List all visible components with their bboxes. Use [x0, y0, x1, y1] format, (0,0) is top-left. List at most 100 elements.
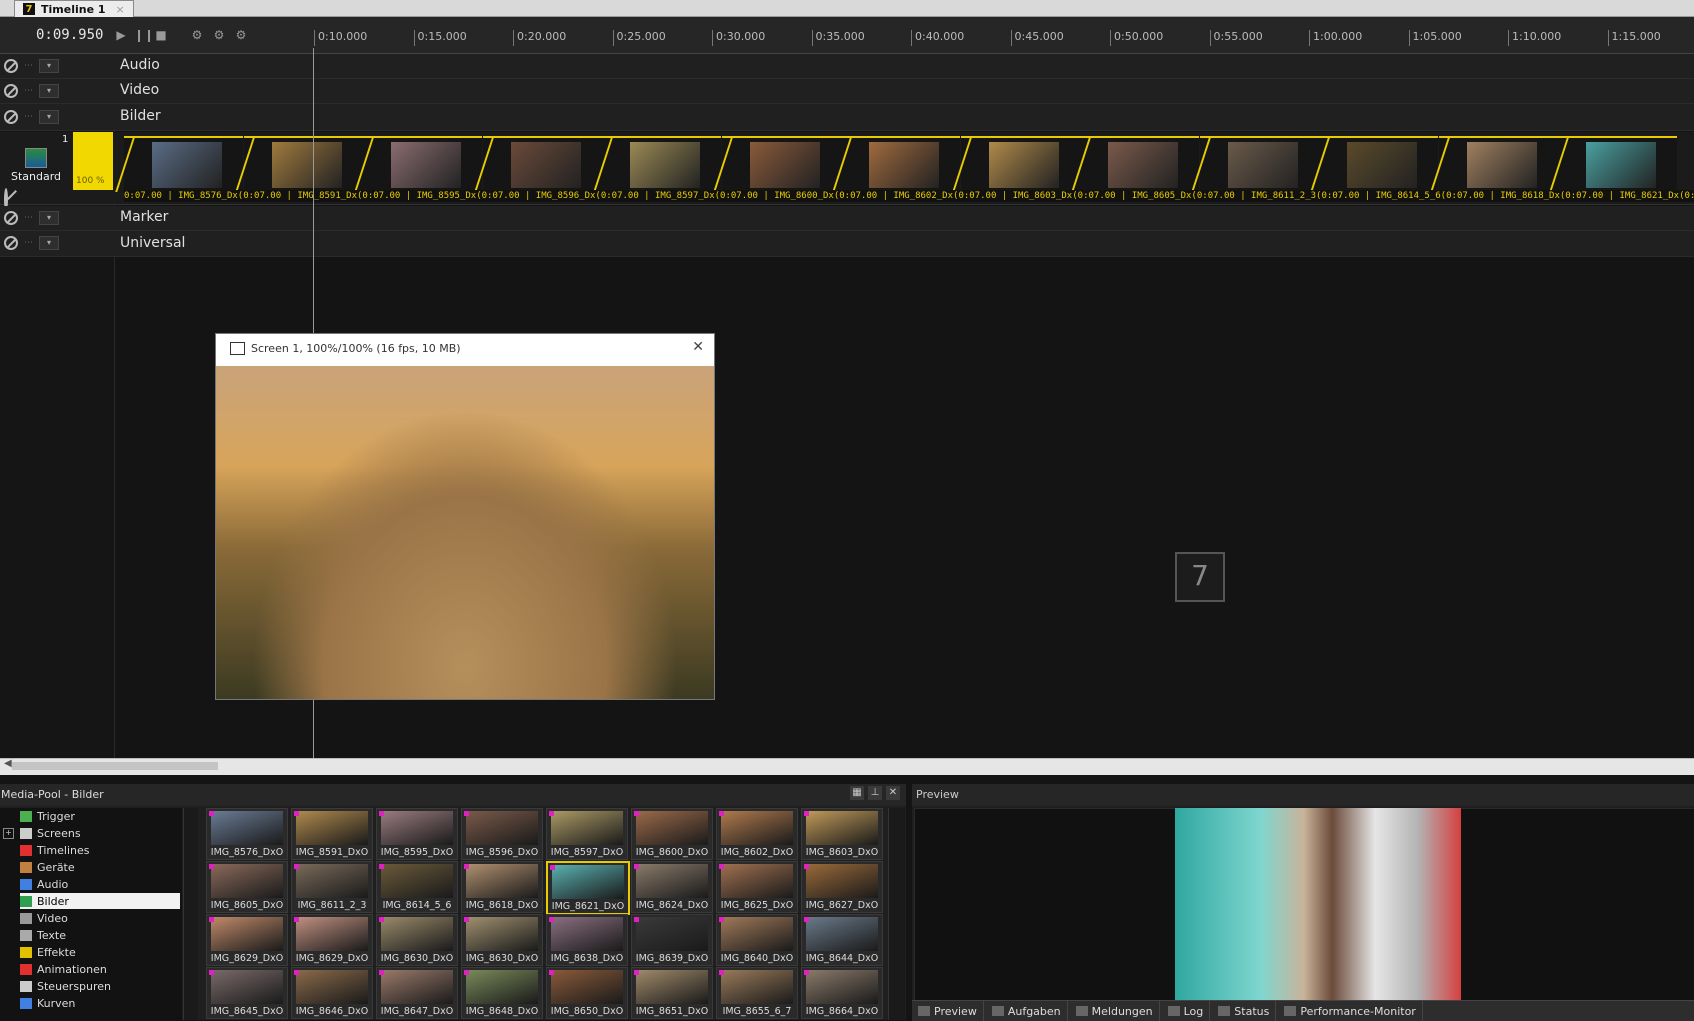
tab-timeline-1[interactable]: 7 Timeline 1 × [14, 0, 134, 17]
image-clip[interactable] [234, 136, 363, 194]
expand-icon[interactable]: + [3, 828, 14, 839]
media-tile[interactable]: IMG_8600_DxO [631, 808, 713, 860]
media-tile[interactable]: IMG_8625_DxO [716, 861, 798, 913]
pause-icon[interactable]: ❙❙ [134, 28, 154, 42]
tab-aufgaben[interactable]: Aufgaben [986, 1001, 1068, 1021]
track-universal[interactable]: ⋯ ▾ Universal [0, 231, 1694, 257]
tab-preview[interactable]: Preview [912, 1001, 984, 1021]
media-tile[interactable]: IMG_8647_DxO [376, 967, 458, 1019]
mute-icon[interactable] [4, 211, 18, 225]
media-tile[interactable]: IMG_8629_DxO [206, 914, 288, 966]
drag-handle-icon[interactable]: ⋯ [24, 213, 33, 223]
tab-status[interactable]: Status [1212, 1001, 1277, 1021]
tree-item-audio[interactable]: Audio [20, 876, 68, 892]
media-tile[interactable]: IMG_8646_DxO [291, 967, 373, 1019]
tab-log[interactable]: Log [1162, 1001, 1211, 1021]
grid-view-icon[interactable]: ▦ [850, 786, 864, 800]
media-tile[interactable]: IMG_8630_DxO [376, 914, 458, 966]
image-clip[interactable] [712, 136, 841, 194]
media-tile[interactable]: IMG_8576_DxO [206, 808, 288, 860]
tree-item-steuerspuren[interactable]: Steuerspuren [20, 978, 111, 994]
media-tile[interactable]: IMG_8624_DxO [631, 861, 713, 913]
media-tile[interactable]: IMG_8638_DxO [546, 914, 628, 966]
drag-handle-icon[interactable]: ⋯ [24, 238, 33, 248]
media-tile[interactable]: IMG_8664_DxO [801, 967, 883, 1019]
media-tile[interactable]: IMG_8605_DxO [206, 861, 288, 913]
tab-performance-monitor[interactable]: Performance-Monitor [1278, 1001, 1423, 1021]
media-tile[interactable]: IMG_8651_DxO [631, 967, 713, 1019]
tree-item-trigger[interactable]: Trigger [20, 808, 75, 824]
drag-handle-icon[interactable]: ⋯ [24, 86, 33, 96]
image-clip[interactable] [115, 136, 243, 194]
media-tile[interactable]: IMG_8639_DxO [631, 914, 713, 966]
track-bilder[interactable]: ⋯ ▾ Bilder [0, 104, 1694, 131]
timeline-scrollbar[interactable] [0, 758, 1694, 775]
image-clip[interactable] [1429, 136, 1558, 194]
mute-icon[interactable] [4, 110, 18, 124]
dropdown-icon[interactable]: ▾ [39, 236, 59, 250]
tree-item-texte[interactable]: Texte [20, 927, 66, 943]
media-tile[interactable]: IMG_8640_DxO [716, 914, 798, 966]
media-tile[interactable]: IMG_8603_DxO [801, 808, 883, 860]
media-tile[interactable]: IMG_8602_DxO [716, 808, 798, 860]
media-tile[interactable]: IMG_8630_DxO [461, 914, 543, 966]
image-clip[interactable] [1071, 136, 1199, 194]
image-clip[interactable] [473, 136, 602, 194]
tree-item-screens[interactable]: Screens [20, 825, 81, 841]
pin-icon[interactable]: ⊥ [868, 786, 882, 800]
mute-icon[interactable] [4, 236, 18, 250]
image-clip[interactable] [832, 136, 960, 194]
tree-item-animationen[interactable]: Animationen [20, 961, 107, 977]
stop-icon[interactable]: ■ [154, 28, 168, 42]
dropdown-icon[interactable]: ▾ [39, 211, 59, 225]
screen-window[interactable]: Screen 1, 100%/100% (16 fps, 10 MB) ✕ [215, 333, 715, 700]
grid-scrollbar[interactable] [888, 808, 905, 1020]
mute-icon[interactable] [4, 84, 18, 98]
play-icon[interactable]: ▶ [114, 28, 128, 42]
scrollbar-thumb[interactable] [12, 762, 218, 770]
screen-close-icon[interactable]: ✕ [692, 339, 704, 355]
tree-item-bilder[interactable]: Bilder [20, 893, 180, 909]
scroll-left-icon[interactable]: ◀ [4, 758, 12, 769]
dropdown-icon[interactable]: ▾ [39, 84, 59, 98]
mute-icon[interactable] [4, 59, 18, 73]
panel-close-icon[interactable]: ✕ [886, 786, 900, 800]
media-tile[interactable]: IMG_8655_6_7 [716, 967, 798, 1019]
media-tile[interactable]: IMG_8650_DxO [546, 967, 628, 1019]
image-clip[interactable] [951, 136, 1080, 194]
image-clip[interactable] [354, 136, 482, 194]
dropdown-icon[interactable]: ▾ [39, 59, 59, 73]
record-3-icon[interactable]: ⚙ [234, 28, 248, 42]
media-tile[interactable]: IMG_8611_2_3 [291, 861, 373, 913]
track-audio[interactable]: ⋯ ▾ Audio [0, 54, 1694, 79]
image-clip[interactable] [593, 136, 721, 194]
track-video[interactable]: ⋯ ▾ Video [0, 79, 1694, 104]
image-clip[interactable] [1190, 136, 1319, 194]
image-clip[interactable] [1310, 136, 1438, 194]
media-tile[interactable]: IMG_8621_DxO [546, 861, 630, 915]
tree-item-effekte[interactable]: Effekte [20, 944, 76, 960]
drag-handle-icon[interactable]: ⋯ [24, 61, 33, 71]
image-clip[interactable] [1549, 136, 1677, 194]
tree-item-kurven[interactable]: Kurven [20, 995, 75, 1011]
media-tile[interactable]: IMG_8596_DxO [461, 808, 543, 860]
tab-close-icon[interactable]: × [116, 3, 125, 16]
media-tile[interactable]: IMG_8645_DxO [206, 967, 288, 1019]
record-2-icon[interactable]: ⚙ [212, 28, 226, 42]
media-tile[interactable]: IMG_8627_DxO [801, 861, 883, 913]
dropdown-icon[interactable]: ▾ [39, 110, 59, 124]
media-tile[interactable]: IMG_8644_DxO [801, 914, 883, 966]
media-tile[interactable]: IMG_8648_DxO [461, 967, 543, 1019]
media-tile[interactable]: IMG_8614_5_6 [376, 861, 458, 913]
media-tile[interactable]: IMG_8629_DxO [291, 914, 373, 966]
track-marker[interactable]: ⋯ ▾ Marker [0, 206, 1694, 231]
tree-scrollbar[interactable] [183, 808, 198, 1020]
tree-item-timelines[interactable]: Timelines [20, 842, 90, 858]
media-tile[interactable]: IMG_8591_DxO [291, 808, 373, 860]
media-tile[interactable]: IMG_8595_DxO [376, 808, 458, 860]
media-tile[interactable]: IMG_8597_DxO [546, 808, 628, 860]
drag-handle-icon[interactable]: ⋯ [24, 112, 33, 122]
tree-item-video[interactable]: Video [20, 910, 68, 926]
tab-meldungen[interactable]: Meldungen [1070, 1001, 1160, 1021]
media-tile[interactable]: IMG_8618_DxO [461, 861, 543, 913]
